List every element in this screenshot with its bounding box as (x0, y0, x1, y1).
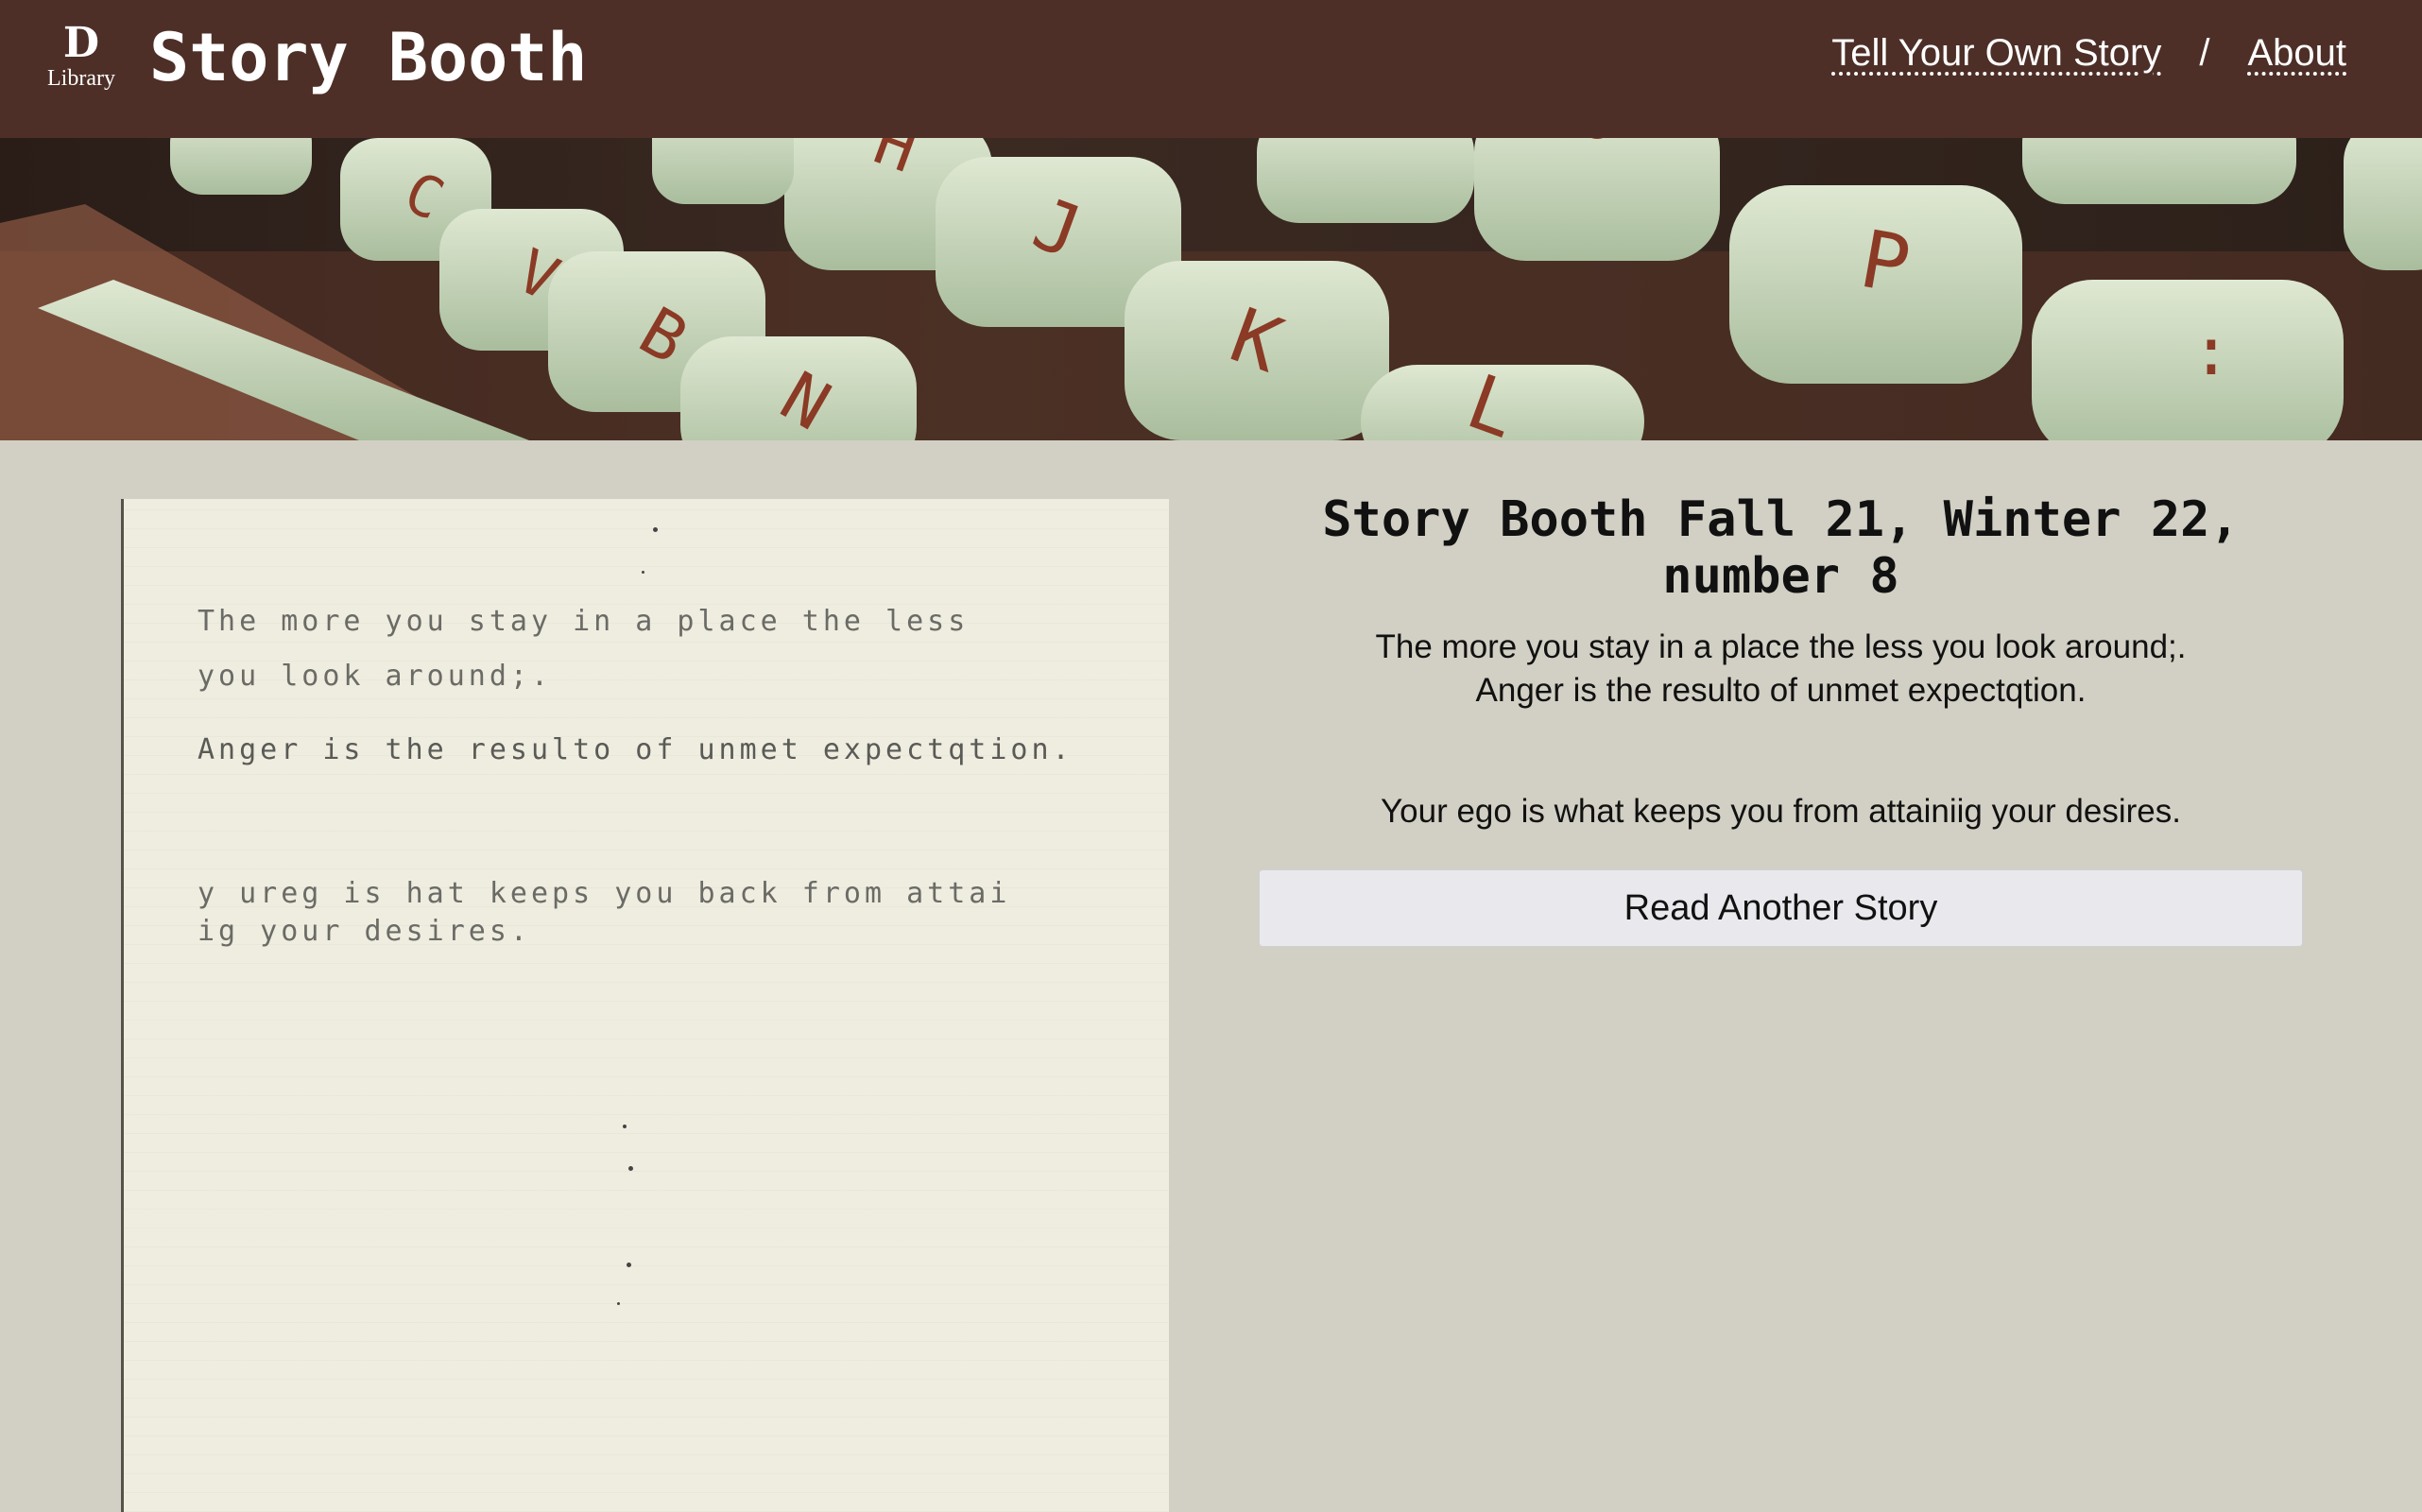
key-n: N (680, 336, 917, 440)
site-title[interactable]: Story Booth (149, 15, 588, 100)
key-blank (1257, 138, 1474, 223)
key-k: K (1125, 261, 1389, 440)
key-o: O (1474, 138, 1720, 261)
key-p: P (1729, 185, 2022, 384)
read-another-story-button[interactable]: Read Another Story (1259, 869, 2303, 947)
key-blank (170, 138, 312, 195)
library-logo-mark: D (62, 19, 100, 67)
key-colon: : (2032, 280, 2344, 440)
key-l: L (1361, 357, 1644, 440)
key-blank (2022, 138, 2296, 204)
scan-line-3: Anger is the resulto of unmet expectqtio… (198, 733, 1074, 766)
paper-speck (617, 1302, 620, 1305)
typewriter-banner: C V B N H J K L O P : (0, 138, 2422, 440)
scan-line-1: The more you stay in a place the less (198, 605, 970, 638)
key-blank (2344, 138, 2422, 270)
story-line-2: Anger is the resulto of unmet expectqtio… (1475, 672, 2087, 709)
story-title: Story Booth Fall 21, Winter 22, number 8 (1322, 491, 2240, 605)
paper-speck (642, 571, 644, 574)
story-panel: Story Booth Fall 21, Winter 22, number 8… (1259, 491, 2303, 947)
scan-line-2: you look around;. (198, 660, 553, 693)
top-nav: Tell Your Own Story / About (1831, 26, 2346, 79)
tell-your-own-story-link[interactable]: Tell Your Own Story (1831, 32, 2161, 75)
svg-text::: : (2191, 313, 2231, 390)
story-line-3: Your ego is what keeps you from attainii… (1381, 793, 2181, 830)
typewriter-keys-image: C V B N H J K L O P : (0, 138, 2422, 440)
nav-separator: / (2199, 31, 2210, 74)
paper-speck (653, 527, 658, 532)
scan-line-4: y ureg is hat keeps you back from attai (198, 877, 1011, 910)
paper-speck (628, 1166, 633, 1171)
site-header: D Library Story Booth Tell Your Own Stor… (0, 0, 2422, 138)
about-link[interactable]: About (2247, 32, 2346, 75)
library-logo-label: Library (47, 66, 115, 91)
library-logo[interactable]: D Library (42, 21, 121, 96)
svg-text:O: O (1577, 138, 1617, 154)
key-blank (652, 138, 794, 204)
paper-speck (627, 1263, 631, 1267)
story-line-1: The more you stay in a place the less yo… (1375, 628, 2187, 665)
story-scan-image: The more you stay in a place the less yo… (121, 499, 1169, 1512)
scan-line-5: ig your desires. (198, 915, 531, 948)
paper-speck (623, 1125, 627, 1128)
